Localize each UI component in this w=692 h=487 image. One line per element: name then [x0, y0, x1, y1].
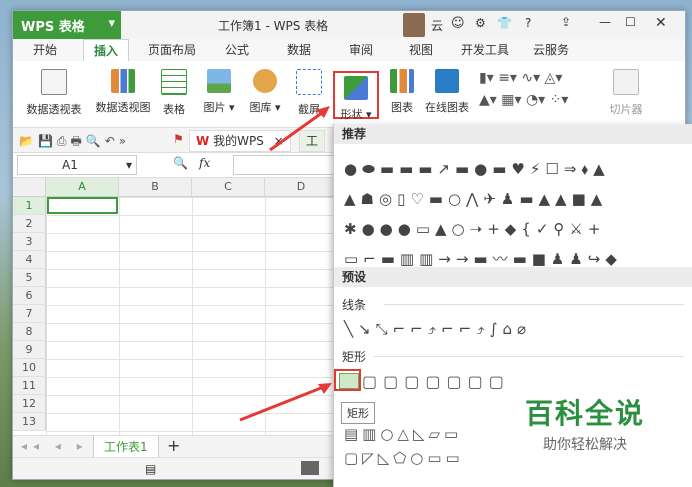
arrow-to-rectangle: [239, 384, 327, 422]
annotation-arrows: [239, 106, 332, 422]
arrow-to-shapes: [269, 108, 327, 152]
